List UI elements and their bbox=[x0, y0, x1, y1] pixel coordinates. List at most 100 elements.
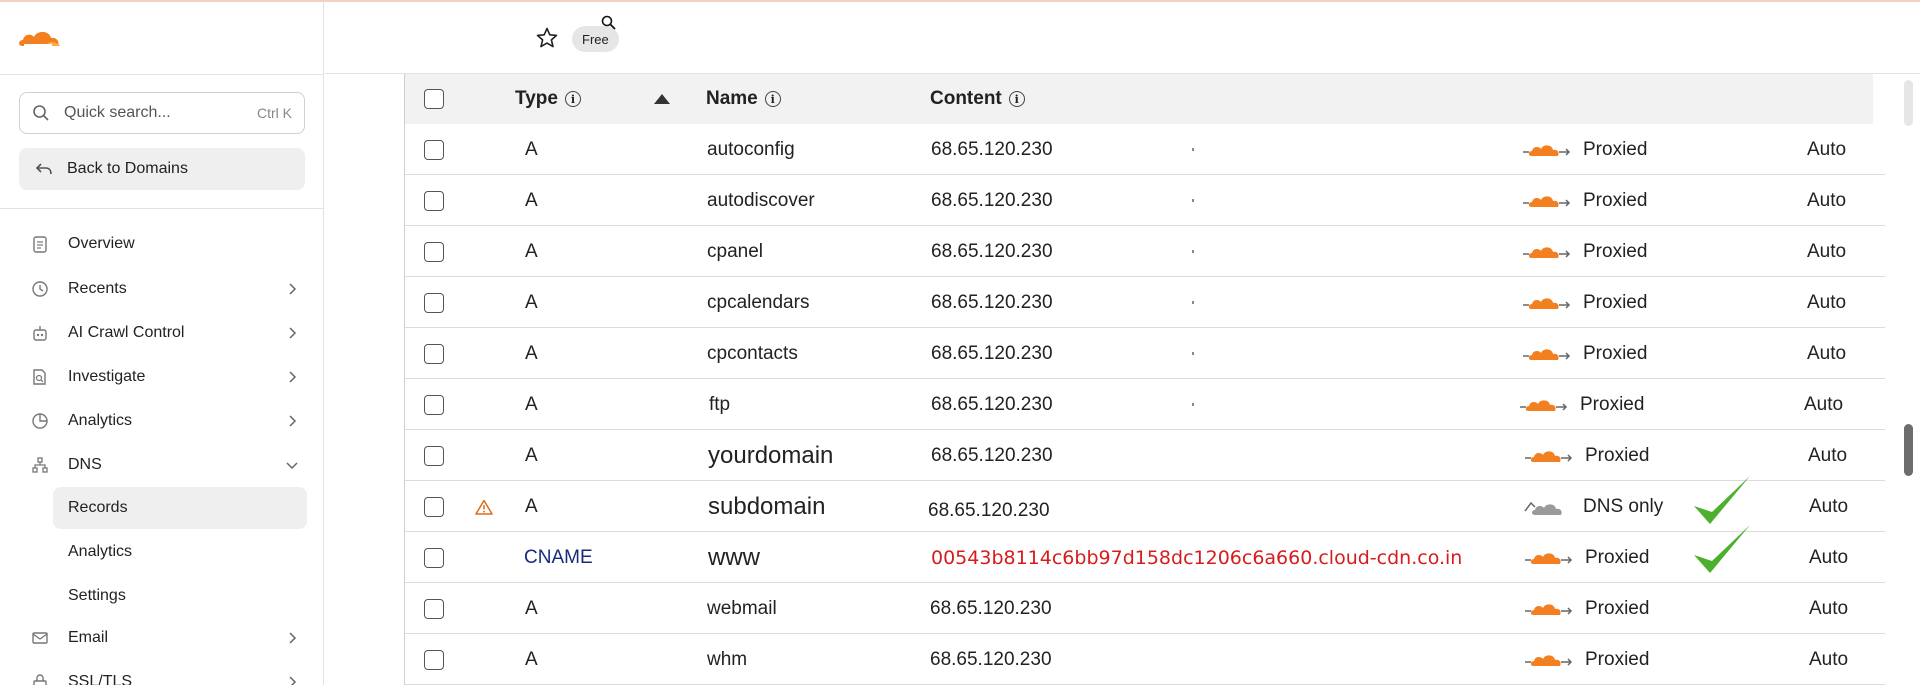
table-row[interactable]: A webmail 68.65.120.230 Proxied Auto bbox=[405, 583, 1885, 634]
sidebar-item-dns-settings[interactable]: Settings bbox=[53, 575, 307, 617]
sidebar-item-investigate[interactable]: Investigate bbox=[30, 359, 300, 395]
proxy-status[interactable]: Proxied bbox=[1525, 583, 1649, 634]
sidebar-item-recents[interactable]: Recents bbox=[30, 271, 300, 307]
row-checkbox[interactable] bbox=[424, 175, 444, 226]
row-checkbox[interactable] bbox=[424, 328, 444, 379]
row-checkbox[interactable] bbox=[424, 379, 444, 430]
record-content: 68.65.120.230 bbox=[928, 499, 1050, 521]
sidebar-item-label: Overview bbox=[68, 235, 135, 252]
chevron-right-icon bbox=[289, 676, 297, 685]
column-header-name[interactable]: Name i bbox=[706, 88, 781, 110]
mail-icon bbox=[30, 628, 50, 648]
proxy-status[interactable]: Proxied bbox=[1523, 124, 1647, 175]
record-type: A bbox=[525, 495, 538, 517]
proxied-cloud-icon bbox=[1523, 195, 1571, 207]
record-type: A bbox=[525, 393, 538, 415]
table-row[interactable]: A autodiscover 68.65.120.230 Proxied Aut… bbox=[405, 175, 1885, 226]
proxy-status-label: Proxied bbox=[1583, 189, 1648, 211]
scrollbar-thumb[interactable] bbox=[1904, 424, 1913, 476]
separator-dot bbox=[1192, 301, 1194, 304]
row-checkbox[interactable] bbox=[424, 481, 444, 532]
info-icon[interactable]: i bbox=[1008, 91, 1025, 107]
sidebar-item-email[interactable]: Email bbox=[30, 620, 300, 656]
row-checkbox[interactable] bbox=[424, 277, 444, 328]
record-ttl: Auto bbox=[1807, 240, 1847, 262]
table-row[interactable]: A whm 68.65.120.230 Proxied Auto bbox=[405, 634, 1885, 685]
back-to-domains-button[interactable]: Back to Domains bbox=[19, 148, 305, 190]
chevron-right-icon bbox=[289, 283, 297, 295]
row-checkbox[interactable] bbox=[424, 634, 444, 685]
proxy-status[interactable]: Proxied bbox=[1525, 430, 1649, 481]
record-content: 68.65.120.230 bbox=[931, 444, 1053, 466]
chevron-right-icon bbox=[289, 371, 297, 383]
magnifier-icon[interactable] bbox=[600, 14, 618, 32]
sidebar-item-dns-records[interactable]: Records bbox=[53, 487, 307, 529]
row-checkbox[interactable] bbox=[424, 532, 444, 583]
table-row[interactable]: A cpcontacts 68.65.120.230 Proxied Auto bbox=[405, 328, 1885, 379]
proxy-status[interactable]: Proxied bbox=[1525, 634, 1649, 685]
pie-chart-icon bbox=[30, 411, 50, 431]
record-name: cpanel bbox=[707, 240, 763, 262]
sidebar-item-ssl-tls[interactable]: SSL/TLS bbox=[30, 664, 300, 685]
robot-icon bbox=[30, 323, 50, 343]
column-header-content[interactable]: Content i bbox=[930, 88, 1025, 110]
select-all-checkbox[interactable] bbox=[424, 89, 444, 109]
sidebar-item-label: Settings bbox=[68, 587, 126, 604]
proxy-status[interactable]: Proxied bbox=[1525, 532, 1649, 583]
proxied-cloud-icon bbox=[1525, 450, 1573, 462]
table-row[interactable]: A subdomain 68.65.120.230 DNS only Auto bbox=[405, 481, 1885, 532]
sidebar-item-label: Investigate bbox=[68, 368, 146, 385]
proxied-cloud-icon bbox=[1523, 246, 1571, 258]
cloudflare-logo[interactable] bbox=[16, 24, 64, 52]
table-row[interactable]: CNAME www 00543b8114c6bb97d158dc1206c6a6… bbox=[405, 532, 1885, 583]
sidebar-item-dns-analytics[interactable]: Analytics bbox=[53, 531, 307, 573]
back-to-domains-label: Back to Domains bbox=[67, 160, 188, 177]
table-row[interactable]: A ftp 68.65.120.230 Proxied Auto bbox=[405, 379, 1885, 430]
row-checkbox[interactable] bbox=[424, 124, 444, 175]
column-header-type[interactable]: Type i bbox=[515, 88, 581, 110]
record-type: A bbox=[525, 189, 538, 211]
sidebar-item-label: Email bbox=[68, 629, 109, 646]
table-row[interactable]: A autoconfig 68.65.120.230 Proxied Auto bbox=[405, 124, 1885, 175]
row-checkbox[interactable] bbox=[424, 430, 444, 481]
record-ttl: Auto bbox=[1804, 393, 1844, 415]
sidebar-item-analytics[interactable]: Analytics bbox=[30, 403, 300, 439]
sidebar-item-ai-crawl-control[interactable]: AI Crawl Control bbox=[30, 315, 300, 351]
sidebar-item-dns[interactable]: DNS bbox=[30, 447, 300, 483]
proxy-status[interactable]: Proxied bbox=[1523, 277, 1647, 328]
sidebar-item-overview[interactable]: Overview bbox=[30, 226, 300, 262]
record-content: 68.65.120.230 bbox=[931, 342, 1053, 364]
table-row[interactable]: A yourdomain 68.65.120.230 Proxied Auto bbox=[405, 430, 1885, 481]
search-placeholder: Quick search... bbox=[64, 104, 171, 121]
star-icon[interactable] bbox=[535, 26, 559, 50]
record-name: yourdomain bbox=[708, 441, 834, 469]
sidebar-item-label: Analytics bbox=[68, 412, 133, 429]
quick-search-input[interactable]: Quick search... Ctrl K bbox=[19, 92, 305, 134]
proxy-status[interactable]: DNS only bbox=[1523, 481, 1663, 532]
separator-dot bbox=[1192, 403, 1194, 406]
proxy-status-label: Proxied bbox=[1583, 138, 1648, 160]
sidebar-item-label: Recents bbox=[68, 280, 127, 297]
proxy-status[interactable]: Proxied bbox=[1523, 226, 1647, 277]
table-row[interactable]: A cpcalendars 68.65.120.230 Proxied Auto bbox=[405, 277, 1885, 328]
table-row[interactable]: A cpanel 68.65.120.230 Proxied Auto bbox=[405, 226, 1885, 277]
record-type: A bbox=[525, 648, 538, 670]
proxied-cloud-icon bbox=[1525, 654, 1573, 666]
scrollbar-track bbox=[1904, 80, 1913, 126]
info-icon[interactable]: i bbox=[764, 91, 781, 107]
proxy-status[interactable]: Proxied bbox=[1523, 175, 1647, 226]
row-checkbox[interactable] bbox=[424, 583, 444, 634]
proxy-status[interactable]: Proxied bbox=[1523, 328, 1647, 379]
sort-ascending-icon[interactable] bbox=[654, 94, 670, 104]
row-checkbox[interactable] bbox=[424, 226, 444, 277]
proxy-status-label: Proxied bbox=[1583, 240, 1648, 262]
sidebar-divider bbox=[0, 208, 324, 209]
sidebar-item-label: Analytics bbox=[68, 543, 133, 560]
record-name: subdomain bbox=[708, 492, 826, 520]
dns-records-table: Type i Name i Content i A autoconfig 68.… bbox=[404, 74, 1885, 685]
warning-icon[interactable] bbox=[475, 481, 493, 532]
info-icon[interactable]: i bbox=[564, 91, 581, 107]
record-ttl: Auto bbox=[1807, 342, 1847, 364]
record-ttl: Auto bbox=[1809, 648, 1849, 670]
proxy-status[interactable]: Proxied bbox=[1520, 379, 1644, 430]
